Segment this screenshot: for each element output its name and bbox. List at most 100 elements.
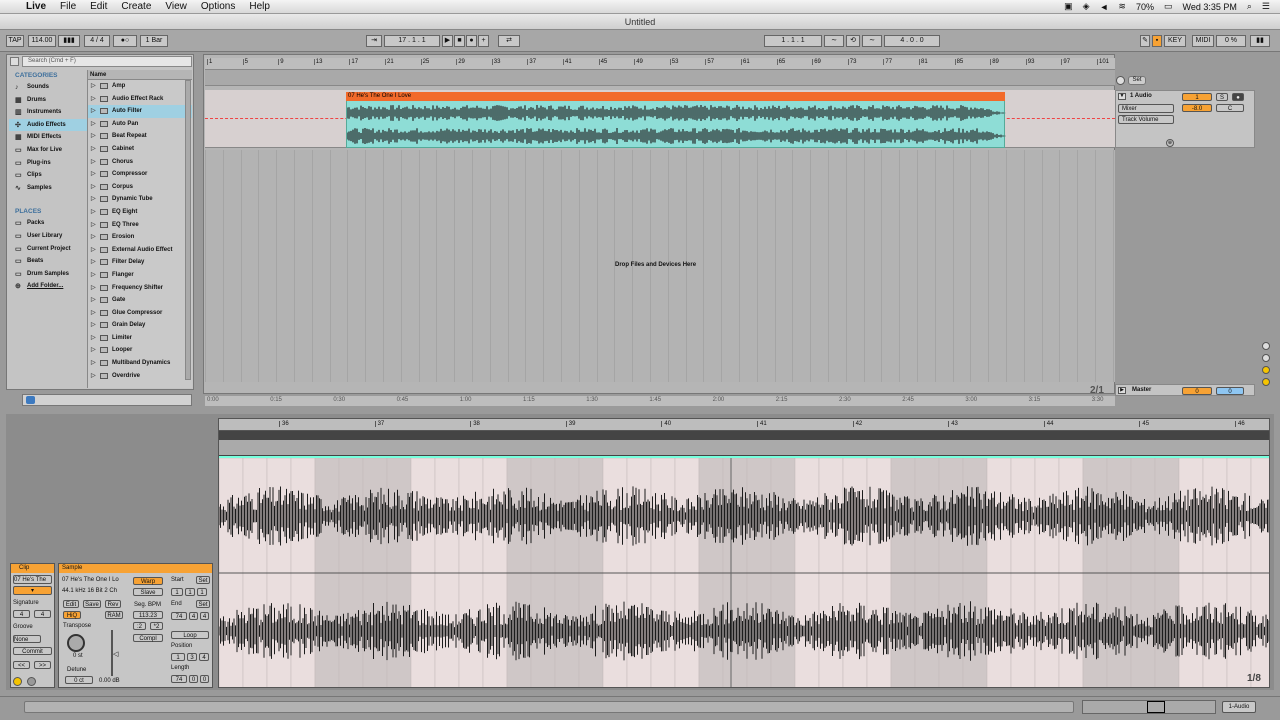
time-signature[interactable]: 4 / 4 — [84, 35, 110, 47]
browser-item[interactable]: ▷ External Audio Effect — [88, 244, 192, 257]
edit-button[interactable]: Edit — [63, 600, 79, 608]
expand-icon[interactable]: ⊕ — [1166, 139, 1174, 147]
expand-arrow-icon[interactable]: ▷ — [91, 193, 96, 206]
browser-item[interactable]: ▷ Limiter — [88, 332, 192, 345]
quantize-menu[interactable]: 1 Bar — [140, 35, 168, 47]
browser-item[interactable]: ▷ Frequency Shifter — [88, 282, 192, 295]
position-bar[interactable]: 1 — [171, 653, 185, 661]
start-sixteenth[interactable]: 1 — [197, 588, 207, 596]
metronome-button[interactable]: ●○ — [113, 35, 137, 47]
track-pan[interactable]: C — [1216, 104, 1244, 112]
browser-item[interactable]: ▷ Grain Delay — [88, 319, 192, 332]
end-beat[interactable]: 4 — [189, 612, 198, 620]
notification-icon[interactable]: ☰ — [1262, 1, 1270, 12]
end-bar[interactable]: 74 — [171, 612, 187, 620]
tempo-field[interactable]: 114.00 — [28, 35, 56, 47]
volume-icon[interactable]: ◄ — [1100, 2, 1109, 12]
punch-out-button[interactable]: ∼ — [862, 35, 882, 47]
position-beat[interactable]: 3 — [187, 653, 197, 661]
browser-item[interactable]: ▷ Beat Repeat — [88, 130, 192, 143]
nudge-back-button[interactable]: << — [13, 661, 30, 669]
menu-edit[interactable]: Edit — [83, 1, 114, 12]
expand-arrow-icon[interactable]: ▷ — [91, 357, 96, 370]
browser-item[interactable]: ▷ Cabinet — [88, 143, 192, 156]
loop-bar[interactable] — [219, 431, 1269, 440]
save-button[interactable]: Save — [83, 600, 101, 608]
camera-icon[interactable]: ▣ — [1064, 1, 1073, 12]
place-user-library[interactable]: ▭ User Library — [9, 230, 87, 243]
sample-ruler[interactable]: 36 37 38 39 40 41 42 43 44 45 46 — [219, 419, 1269, 431]
record-button[interactable]: ● — [466, 35, 477, 47]
expand-arrow-icon[interactable]: ▷ — [91, 269, 96, 282]
expand-arrow-icon[interactable]: ▷ — [91, 219, 96, 232]
place-packs[interactable]: ▭ Packs — [9, 217, 87, 230]
expand-arrow-icon[interactable]: ▷ — [91, 143, 96, 156]
expand-arrow-icon[interactable]: ▷ — [91, 294, 96, 307]
browser-item[interactable]: ▷ Gate — [88, 294, 192, 307]
expand-arrow-icon[interactable]: ▷ — [91, 344, 96, 357]
browser-item[interactable]: ▷ Audio Effect Rack — [88, 93, 192, 106]
detune-field[interactable]: 0 ct — [65, 676, 93, 684]
expand-arrow-icon[interactable]: ▷ — [91, 231, 96, 244]
master-fold-icon[interactable]: ▶ — [1118, 387, 1126, 394]
dropbox-icon[interactable]: ◈ — [1083, 1, 1090, 12]
loop-brace-lane[interactable] — [205, 70, 1115, 86]
category-plugins[interactable]: ▭ Plug-ins — [9, 157, 87, 170]
pencil-icon[interactable]: ✎ — [1140, 35, 1150, 47]
track-volume[interactable]: -8.0 — [1182, 104, 1212, 112]
place-beats[interactable]: ▭ Beats — [9, 255, 87, 268]
browser-item[interactable]: ▷ Auto Filter — [88, 105, 192, 118]
halve-button[interactable]: :2 — [133, 622, 146, 630]
browser-item[interactable]: ▷ Compressor — [88, 168, 192, 181]
expand-arrow-icon[interactable]: ▷ — [91, 168, 96, 181]
io-toggle-icon[interactable] — [1262, 354, 1270, 362]
sends-toggle-icon[interactable] — [1262, 366, 1270, 374]
sample-editor[interactable]: 36 37 38 39 40 41 42 43 44 45 46 1/8 — [218, 418, 1270, 688]
overview-window[interactable] — [1147, 701, 1165, 713]
track-fold-icon[interactable]: ▼ — [1118, 93, 1126, 100]
expand-arrow-icon[interactable]: ▷ — [91, 130, 96, 143]
category-audio-effects[interactable]: ✣ Audio Effects — [9, 118, 87, 132]
ram-button[interactable]: RAM — [105, 611, 123, 619]
hiq-button[interactable]: HiQ — [63, 611, 81, 619]
browser-item[interactable]: ▷ Looper — [88, 344, 192, 357]
back-to-arrangement-icon[interactable] — [1116, 76, 1125, 85]
track-activator[interactable]: 1 — [1182, 93, 1212, 101]
browser-item[interactable]: ▷ Filter Delay — [88, 256, 192, 269]
signature-denominator[interactable]: 4 — [34, 610, 51, 618]
clip-launch-icon[interactable] — [13, 677, 22, 686]
browser-item[interactable]: ▷ Chorus — [88, 156, 192, 169]
double-button[interactable]: *2 — [150, 622, 163, 630]
spotlight-icon[interactable]: ⌕ — [1247, 1, 1252, 12]
drop-area[interactable]: Drop Files and Devices Here — [205, 150, 1115, 382]
draw-mode-button[interactable]: ⇄ — [498, 35, 520, 47]
browser-scrollbar[interactable] — [185, 80, 191, 380]
browser-item[interactable]: ▷ Dynamic Tube — [88, 193, 192, 206]
expand-arrow-icon[interactable]: ▷ — [91, 80, 96, 93]
menu-help[interactable]: Help — [242, 1, 277, 12]
seg-bpm-field[interactable]: 113.23 — [133, 611, 163, 619]
nudge-forward-button[interactable]: >> — [34, 661, 51, 669]
expand-arrow-icon[interactable]: ▷ — [91, 319, 96, 332]
category-instruments[interactable]: ▥ Instruments — [9, 106, 87, 119]
loop-button[interactable]: ⟲ — [846, 35, 860, 47]
expand-arrow-icon[interactable]: ▷ — [91, 256, 96, 269]
automation-select[interactable]: Track Volume — [1118, 115, 1174, 124]
clock[interactable]: Wed 3:35 PM — [1183, 2, 1237, 12]
master-name[interactable]: Master — [1132, 387, 1151, 393]
key-map-button[interactable]: KEY — [1164, 35, 1186, 47]
warp-marker-lane[interactable] — [219, 440, 1269, 456]
overdub-button[interactable]: + — [478, 35, 489, 47]
expand-arrow-icon[interactable]: ▷ — [91, 181, 96, 194]
position-sixteenth[interactable]: 4 — [199, 653, 209, 661]
browser-toggle-icon[interactable] — [10, 57, 19, 66]
gain-handle-icon[interactable]: ◁ — [113, 650, 118, 658]
end-sixteenth[interactable]: 4 — [200, 612, 209, 620]
place-current-project[interactable]: ▭ Current Project — [9, 243, 87, 256]
browser-item[interactable]: ▷ Overdrive — [88, 370, 192, 383]
nudge-buttons[interactable]: ▮▮▮ — [58, 35, 80, 47]
time-ruler[interactable]: 0:00 0:15 0:30 0:45 1:00 1:15 1:30 1:45 2:00 2:15… — [205, 396, 1115, 406]
expand-arrow-icon[interactable]: ▷ — [91, 206, 96, 219]
overview-strip[interactable] — [1082, 700, 1216, 714]
song-position[interactable]: 17 . 1 . 1 — [384, 35, 440, 47]
